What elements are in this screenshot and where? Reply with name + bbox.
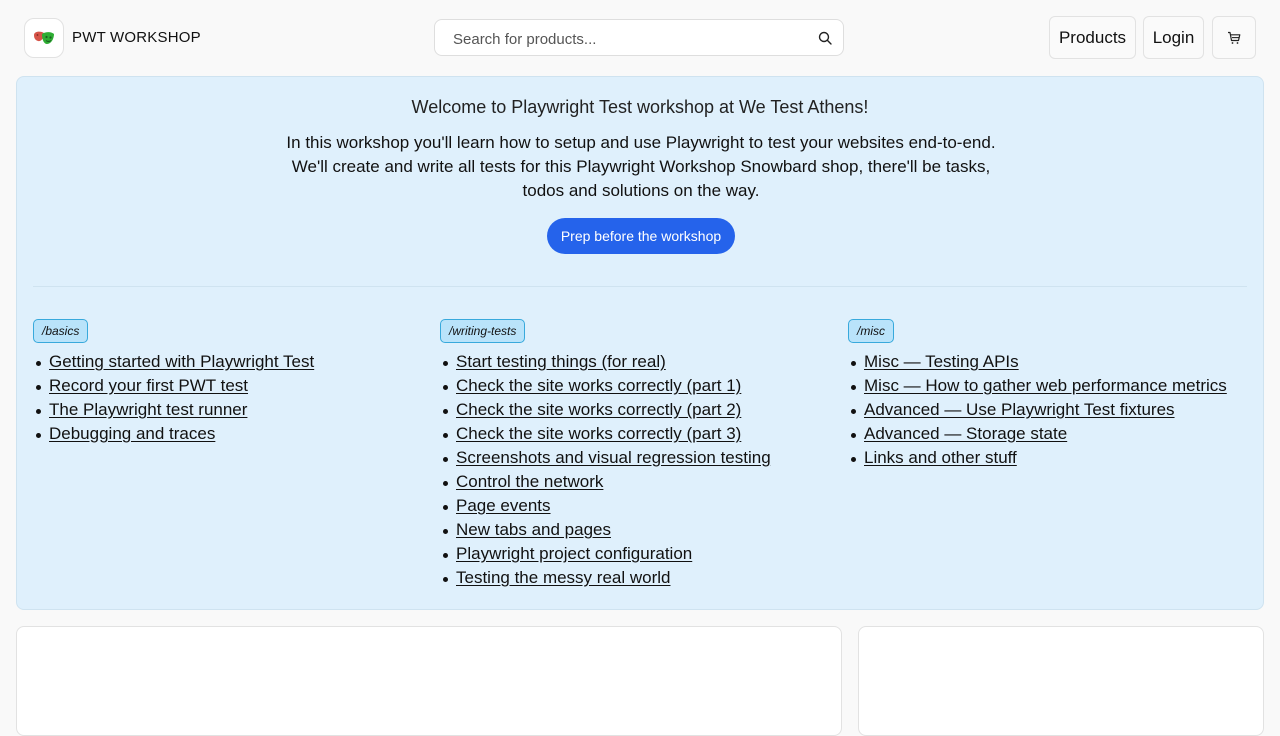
link-list: Getting started with Playwright Test Rec… [33,350,433,446]
section-tag: /writing-tests [440,319,526,343]
list-item: Advanced — Use Playwright Test fixtures [848,398,1248,422]
search-input[interactable] [451,28,805,50]
lesson-link[interactable]: Check the site works correctly (part 2) [456,400,741,419]
list-item: Check the site works correctly (part 3) [440,422,840,446]
lesson-link[interactable]: Links and other stuff [864,448,1017,467]
lesson-link[interactable]: Getting started with Playwright Test [49,352,314,371]
list-item: Start testing things (for real) [440,350,840,374]
logo-button[interactable] [24,18,64,58]
link-list: Start testing things (for real) Check th… [440,350,840,590]
lesson-link[interactable]: Debugging and traces [49,424,215,443]
top-bar: PWT WORKSHOP Products Login [0,0,1280,76]
lesson-link[interactable]: Advanced — Storage state [864,424,1067,443]
lesson-link[interactable]: Start testing things (for real) [456,352,666,371]
list-item: The Playwright test runner [33,398,433,422]
lesson-link[interactable]: New tabs and pages [456,520,611,539]
list-item: Links and other stuff [848,446,1248,470]
prep-workshop-button[interactable]: Prep before the workshop [547,218,735,254]
lesson-link[interactable]: Record your first PWT test [49,376,248,395]
misc-column: /misc Misc — Testing APIs Misc — How to … [848,319,1248,470]
cart-button[interactable] [1212,16,1256,59]
list-item: Getting started with Playwright Test [33,350,433,374]
list-item: Playwright project configuration [440,542,840,566]
lesson-link[interactable]: Testing the messy real world [456,568,670,587]
writing-tests-column: /writing-tests Start testing things (for… [440,319,840,590]
brand-link[interactable]: PWT WORKSHOP [72,29,201,46]
list-item: Advanced — Storage state [848,422,1248,446]
list-item: New tabs and pages [440,518,840,542]
section-tag: /basics [33,319,89,343]
cart-icon [1228,31,1241,44]
login-button[interactable]: Login [1143,16,1204,59]
list-item: Record your first PWT test [33,374,433,398]
section-tag: /misc [848,319,894,343]
link-list: Misc — Testing APIs Misc — How to gather… [848,350,1248,470]
lesson-link[interactable]: Check the site works correctly (part 3) [456,424,741,443]
list-item: Check the site works correctly (part 1) [440,374,840,398]
search-icon[interactable] [818,31,832,45]
intro-text: In this workshop you'll learn how to set… [286,133,996,200]
playwright-masks-icon [34,31,54,44]
list-item: Debugging and traces [33,422,433,446]
list-item: Page events [440,494,840,518]
lesson-link[interactable]: Check the site works correctly (part 1) [456,376,741,395]
welcome-panel: Welcome to Playwright Test workshop at W… [16,76,1264,610]
list-item: Check the site works correctly (part 2) [440,398,840,422]
divider [33,286,1247,287]
list-item: Screenshots and visual regression testin… [440,446,840,470]
search-box [434,19,844,56]
lesson-link[interactable]: Misc — Testing APIs [864,352,1019,371]
lesson-link[interactable]: Screenshots and visual regression testin… [456,448,771,467]
lesson-link[interactable]: Page events [456,496,551,515]
lesson-link[interactable]: Misc — How to gather web performance met… [864,376,1227,395]
lesson-link[interactable]: Playwright project configuration [456,544,692,563]
lesson-link[interactable]: The Playwright test runner [49,400,247,419]
basics-column: /basics Getting started with Playwright … [33,319,433,446]
list-item: Misc — Testing APIs [848,350,1248,374]
products-button[interactable]: Products [1049,16,1136,59]
page-title: Welcome to Playwright Test workshop at W… [411,97,869,117]
lesson-link[interactable]: Control the network [456,472,603,491]
lesson-link[interactable]: Advanced — Use Playwright Test fixtures [864,400,1175,419]
list-item: Misc — How to gather web performance met… [848,374,1248,398]
list-item: Control the network [440,470,840,494]
list-item: Testing the messy real world [440,566,840,590]
